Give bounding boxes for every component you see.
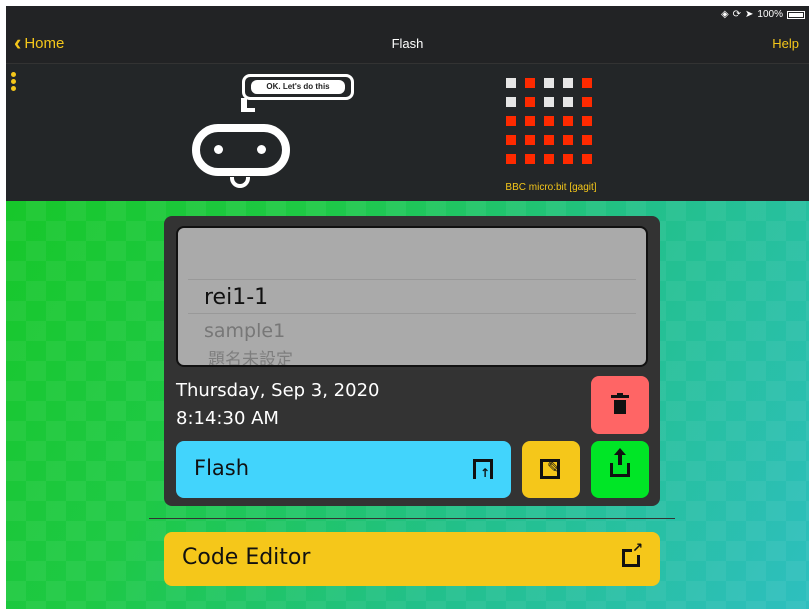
led-0-2: [544, 78, 554, 88]
flash-button-label: Flash: [194, 456, 250, 480]
trash-icon: [611, 393, 629, 414]
orientation-lock-icon: ⟳: [732, 9, 742, 20]
led-3-0: [506, 135, 516, 145]
led-2-0: [506, 116, 516, 126]
app-window: ◈ ⟳ ➤ 100% ‹ Home Flash Help OK. Let's d…: [6, 6, 809, 609]
robot-eye-right: [257, 145, 266, 154]
led-3-2: [544, 135, 554, 145]
led-3-3: [563, 135, 573, 145]
picker-selected-item[interactable]: rei1-1: [204, 285, 268, 310]
share-button[interactable]: [591, 441, 649, 498]
wifi-icon: ◈: [720, 9, 729, 20]
picker-selection-top-line: [188, 279, 636, 280]
battery-icon: [787, 10, 805, 19]
led-1-1: [525, 97, 535, 107]
device-header: OK. Let's do this BBC micro:bit [gagit]: [6, 64, 809, 201]
divider: [149, 518, 675, 519]
speech-bubble-text: OK. Let's do this: [251, 80, 345, 94]
led-2-3: [563, 116, 573, 126]
led-4-2: [544, 154, 554, 164]
led-4-3: [563, 154, 573, 164]
edit-button[interactable]: ✎: [522, 441, 580, 498]
project-time: 8:14:30 AM: [176, 408, 279, 429]
help-button[interactable]: Help: [772, 36, 799, 51]
led-0-0: [506, 78, 516, 88]
led-1-2: [544, 97, 554, 107]
delete-button[interactable]: [591, 376, 649, 434]
robot-mouth: [230, 177, 250, 188]
led-4-4: [582, 154, 592, 164]
picker-selection-bottom-line: [188, 313, 636, 314]
led-2-1: [525, 116, 535, 126]
led-0-3: [563, 78, 573, 88]
upload-icon: ↑: [473, 459, 493, 479]
navigation-bar: ‹ Home Flash Help: [6, 26, 809, 64]
share-icon: [610, 448, 630, 477]
battery-percent: 100%: [757, 9, 783, 20]
flash-button[interactable]: Flash ↑: [176, 441, 511, 498]
device-name: BBC micro:bit [gagit]: [505, 182, 597, 193]
external-link-icon: ↗: [622, 542, 643, 567]
more-options-icon[interactable]: [11, 72, 19, 96]
speech-bubble: OK. Let's do this: [242, 74, 354, 100]
led-1-0: [506, 97, 516, 107]
led-4-1: [525, 154, 535, 164]
led-2-4: [582, 116, 592, 126]
location-icon: ➤: [745, 9, 754, 20]
project-date: Thursday, Sep 3, 2020: [176, 380, 380, 401]
code-editor-button[interactable]: Code Editor ↗: [164, 532, 660, 586]
status-bar: ◈ ⟳ ➤ 100%: [6, 6, 809, 26]
project-picker[interactable]: rei1-1 sample1 題名未設定: [176, 226, 648, 367]
robot-mascot-icon: [192, 124, 290, 176]
led-2-2: [544, 116, 554, 126]
picker-item[interactable]: sample1: [204, 320, 285, 342]
led-4-0: [506, 154, 516, 164]
led-0-1: [525, 78, 535, 88]
led-matrix: [506, 78, 592, 164]
led-3-1: [525, 135, 535, 145]
led-3-4: [582, 135, 592, 145]
edit-icon: ✎: [540, 459, 560, 479]
led-0-4: [582, 78, 592, 88]
code-editor-label: Code Editor: [182, 545, 311, 570]
page-title: Flash: [391, 36, 424, 51]
robot-eye-left: [214, 145, 223, 154]
project-card: rei1-1 sample1 題名未設定 Thursday, Sep 3, 20…: [164, 216, 660, 506]
led-1-3: [563, 97, 573, 107]
picker-item[interactable]: 題名未設定: [208, 345, 293, 365]
led-1-4: [582, 97, 592, 107]
